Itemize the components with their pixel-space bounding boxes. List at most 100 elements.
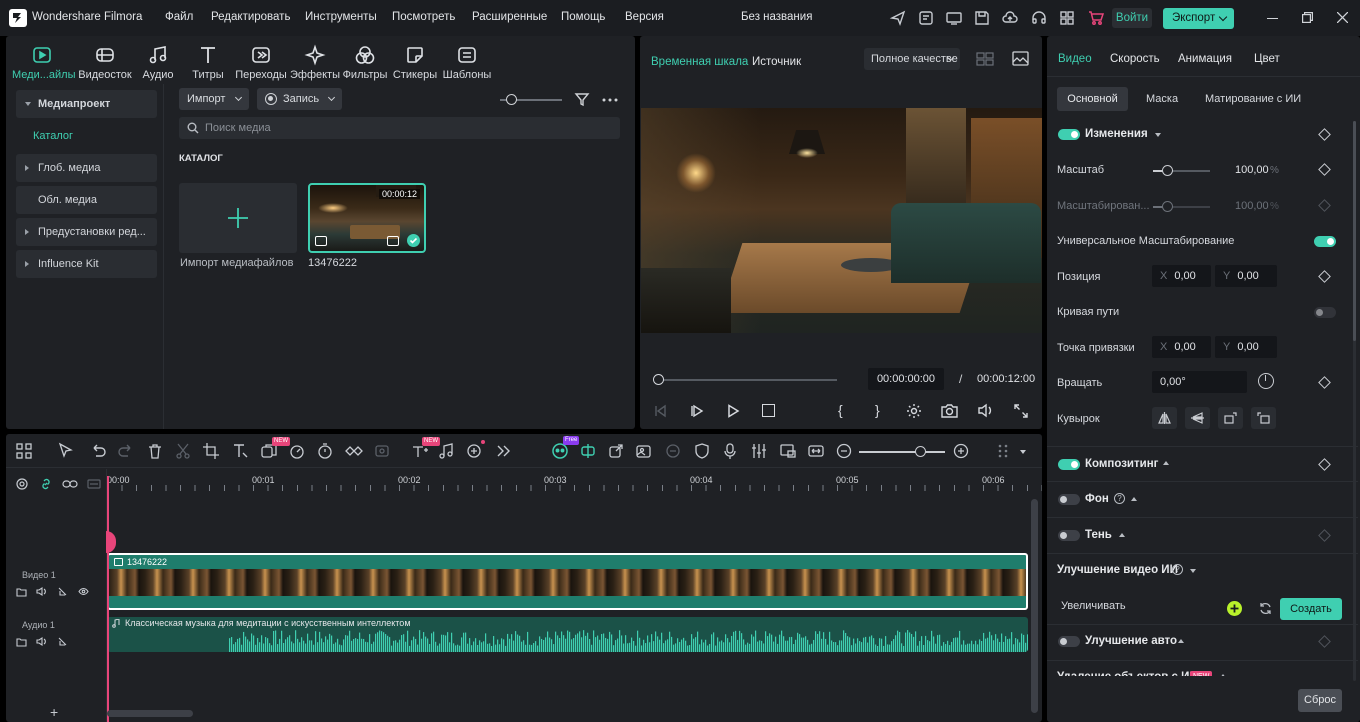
maximize-icon[interactable]: [1302, 12, 1313, 23]
tab-speed[interactable]: Скорость: [1110, 53, 1160, 65]
rotate-field[interactable]: 0,00°: [1152, 371, 1247, 393]
timer-icon[interactable]: [316, 442, 334, 460]
audio-mixer-icon[interactable]: [750, 442, 768, 460]
refresh-icon[interactable]: [1259, 602, 1272, 615]
sidebar-item-cloud-media[interactable]: Обл. медиа: [16, 186, 157, 214]
help-icon[interactable]: ?: [1172, 564, 1183, 575]
select-pointer-icon[interactable]: [57, 442, 75, 460]
stop-icon[interactable]: [762, 404, 775, 417]
add-track-button[interactable]: +: [50, 704, 58, 720]
add-credits-icon[interactable]: [1227, 601, 1242, 616]
expand-caret-icon[interactable]: [1131, 497, 1137, 501]
search-input[interactable]: Поиск медиа: [179, 117, 620, 139]
import-media-tile[interactable]: [179, 183, 297, 253]
chain-link-icon[interactable]: [62, 477, 78, 491]
mute-icon[interactable]: [36, 636, 47, 647]
playhead-handle[interactable]: [653, 374, 664, 385]
slider-handle[interactable]: [506, 94, 517, 105]
timeline-horizontal-scrollbar[interactable]: [107, 710, 193, 717]
expand-caret-icon[interactable]: [1178, 639, 1184, 643]
color-match-icon[interactable]: [664, 442, 682, 460]
background-toggle[interactable]: [1058, 494, 1080, 505]
tab-stickers[interactable]: Стикеры: [385, 42, 445, 81]
anchor-y-field[interactable]: Y 0,00: [1215, 336, 1277, 358]
playback-progress-bar[interactable]: [653, 374, 837, 385]
timeline-ruler[interactable]: 00:00 00:01 00:02 00:03 00:04 00:05 00:0…: [107, 469, 1042, 491]
scale-slider-handle[interactable]: [1162, 165, 1174, 176]
magnet-snap-icon[interactable]: [579, 442, 597, 460]
picture-in-picture-icon[interactable]: [779, 442, 797, 460]
zoom-in-icon[interactable]: [952, 442, 970, 460]
undo-icon[interactable]: [89, 442, 107, 460]
minimize-icon[interactable]: [1267, 18, 1278, 19]
microphone-icon[interactable]: [721, 442, 739, 460]
volume-icon[interactable]: [977, 403, 994, 418]
export-clip-icon[interactable]: [607, 442, 625, 460]
tab-animation[interactable]: Анимация: [1178, 53, 1232, 65]
previous-frame-icon[interactable]: [653, 404, 667, 418]
scale-slider[interactable]: [1153, 165, 1210, 176]
path-curve-toggle[interactable]: [1314, 307, 1336, 318]
transform-toggle[interactable]: [1058, 129, 1080, 140]
mark-out-icon[interactable]: }: [875, 402, 880, 418]
lock-icon[interactable]: [57, 586, 68, 597]
menu-advanced[interactable]: Расширенные: [472, 11, 547, 23]
save-icon[interactable]: [973, 9, 991, 27]
tab-timeline[interactable]: Временная шкала: [651, 56, 748, 68]
keyframe-diamond-icon[interactable]: [1318, 376, 1331, 389]
send-feedback-icon[interactable]: [889, 9, 907, 27]
expand-caret-icon[interactable]: [1163, 461, 1169, 465]
flip-vertical-button[interactable]: [1185, 407, 1210, 429]
grid-layout-icon[interactable]: [976, 52, 994, 66]
compositing-toggle[interactable]: [1058, 459, 1080, 470]
render-settings-icon[interactable]: [906, 403, 922, 419]
folder-icon[interactable]: [16, 636, 27, 647]
apps-grid-icon[interactable]: [1058, 9, 1076, 27]
audio-clip[interactable]: Классическая музыка для медитации с иску…: [107, 617, 1028, 652]
tab-transitions[interactable]: Переходы: [231, 42, 291, 81]
keyframe-diamond-icon[interactable]: [1318, 163, 1331, 176]
speed-ramp-icon[interactable]: [288, 442, 306, 460]
anchor-x-field[interactable]: X 0,00: [1152, 336, 1211, 358]
import-dropdown[interactable]: Импорт: [179, 88, 249, 110]
tab-video[interactable]: Видео: [1058, 53, 1092, 65]
mute-icon[interactable]: [36, 586, 47, 597]
more-tools-icon[interactable]: [494, 442, 512, 460]
cloud-upload-icon[interactable]: [1001, 9, 1019, 27]
project-info-icon[interactable]: [917, 9, 935, 27]
collapse-caret-icon[interactable]: [1190, 569, 1196, 573]
collapse-caret-icon[interactable]: [1155, 133, 1161, 137]
timeline-playhead[interactable]: [106, 476, 116, 722]
image-icon[interactable]: [1012, 51, 1029, 66]
audio-stretch-icon[interactable]: [437, 442, 455, 460]
zoom-slider[interactable]: [859, 446, 945, 457]
reset-button[interactable]: Сброс: [1298, 689, 1342, 712]
rotate-dial-icon[interactable]: [1258, 373, 1274, 389]
expand-caret-icon[interactable]: [1119, 533, 1125, 537]
folder-icon[interactable]: [16, 586, 27, 597]
tab-titles[interactable]: Титры: [178, 42, 238, 81]
sidebar-item-influence-kit[interactable]: Influence Kit: [16, 250, 157, 278]
menu-view[interactable]: Посмотреть: [392, 11, 455, 23]
tab-media[interactable]: Меди...айлы: [12, 42, 75, 81]
subtab-ai-matting[interactable]: Матирование с ИИ: [1205, 93, 1301, 105]
text-tool-icon[interactable]: [231, 442, 249, 460]
drag-handle-icon[interactable]: [994, 442, 1012, 460]
cart-icon[interactable]: [1087, 9, 1105, 27]
video-clip[interactable]: 13476222: [107, 553, 1028, 610]
more-options-icon[interactable]: [602, 98, 618, 102]
subtab-mask[interactable]: Маска: [1146, 93, 1178, 105]
eye-icon[interactable]: [78, 586, 89, 597]
quality-dropdown[interactable]: Полное качестве: [864, 48, 960, 70]
help-icon[interactable]: ?: [1114, 493, 1125, 504]
properties-scrollbar[interactable]: [1353, 121, 1356, 681]
image-edit-icon[interactable]: [635, 442, 653, 460]
delete-icon[interactable]: [146, 442, 164, 460]
keyframe-diamond-icon[interactable]: [1318, 458, 1331, 471]
timeline-settings-icon[interactable]: [15, 477, 29, 491]
export-button[interactable]: Экспорт: [1163, 8, 1234, 29]
mark-in-icon[interactable]: {: [838, 402, 843, 418]
tab-templates[interactable]: Шаблоны: [437, 42, 497, 81]
snapshot-camera-icon[interactable]: [941, 403, 958, 418]
position-y-field[interactable]: Y 0,00: [1215, 265, 1277, 287]
